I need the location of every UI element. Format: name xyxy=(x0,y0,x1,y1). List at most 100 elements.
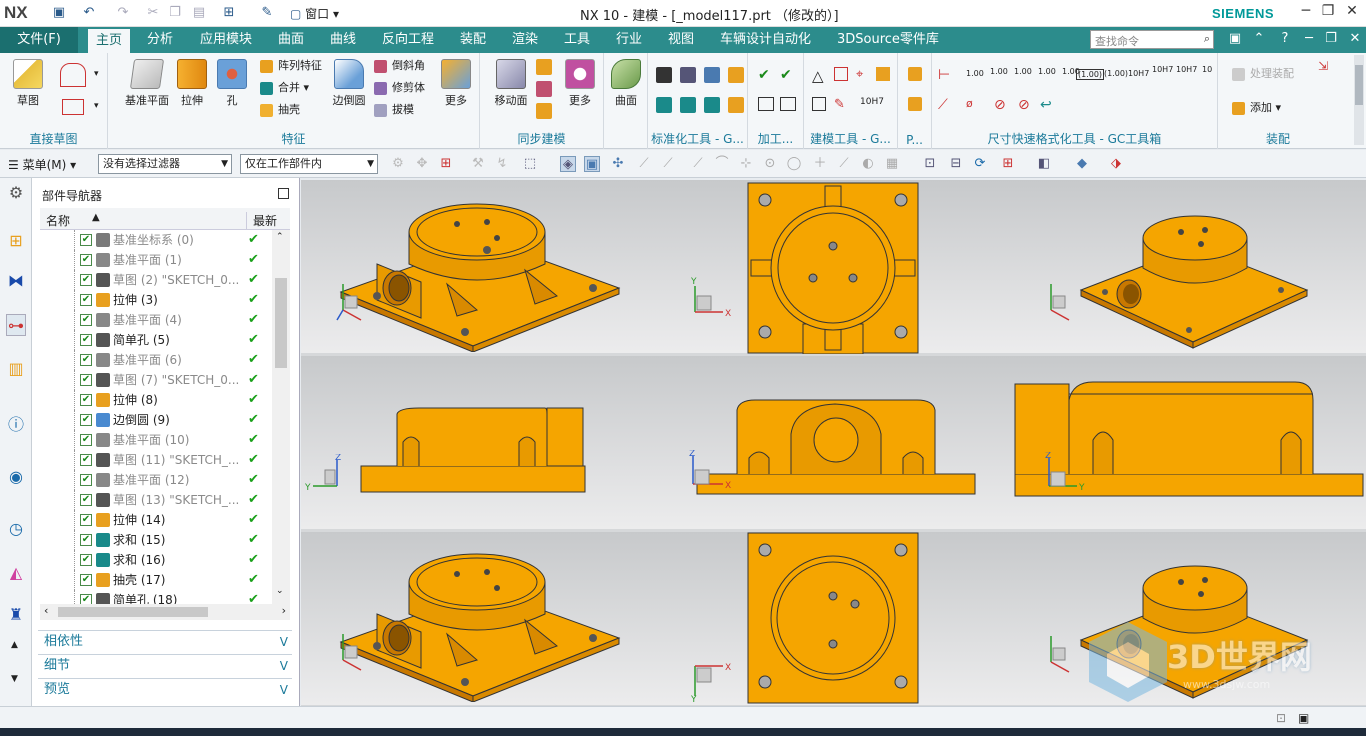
ribbon-scrollbar[interactable] xyxy=(1354,55,1364,145)
view-layout-icon[interactable]: ⊞ xyxy=(1000,156,1016,172)
tree-row[interactable]: ✔ 草图 (2) "SKETCH_0... ✔ xyxy=(40,270,272,290)
hole-button[interactable]: 孔 xyxy=(210,57,254,108)
std-tool-icon-3[interactable] xyxy=(704,67,720,83)
dim-tool-icon-4[interactable]: ⊘ xyxy=(994,97,1006,113)
paste-icon[interactable]: ▤ xyxy=(190,4,208,22)
bottom-view[interactable] xyxy=(747,532,919,704)
std-tool-icon-4[interactable] xyxy=(728,67,744,83)
tab-view[interactable]: 视图 xyxy=(660,27,702,53)
minimize-icon[interactable]: ─ xyxy=(1296,3,1316,19)
assembly-tool-icon[interactable]: ⇲ xyxy=(1318,59,1328,73)
extrude-button[interactable]: 拉伸 xyxy=(170,57,214,108)
work-layer-icon[interactable]: ⬗ xyxy=(1108,156,1124,172)
tab-curve[interactable]: 曲线 xyxy=(322,27,364,53)
close-icon[interactable]: ✕ xyxy=(1342,3,1362,19)
settings-icon[interactable]: ⚙ xyxy=(6,182,26,204)
tree-row[interactable]: ✔ 基准平面 (1) ✔ xyxy=(40,250,272,270)
help-icon[interactable]: ? xyxy=(1276,31,1294,46)
snap-center-icon[interactable]: ⊙ xyxy=(762,156,778,172)
snap-arc-icon[interactable]: ⌒ xyxy=(714,156,730,172)
expand-details-icon[interactable]: V xyxy=(280,655,288,677)
visibility-checkbox[interactable]: ✔ xyxy=(80,254,92,266)
sync-tool-icon-3[interactable] xyxy=(536,103,552,119)
std-tool-icon-5[interactable] xyxy=(656,97,672,113)
tab-assembly[interactable]: 装配 xyxy=(452,27,494,53)
isometric-view-bottom-left[interactable] xyxy=(337,550,627,702)
sketch-button[interactable]: 草图 xyxy=(6,57,50,108)
move-face-button[interactable]: 移动面 xyxy=(486,57,536,108)
snap-line-icon-3[interactable]: ⟋ xyxy=(690,156,706,172)
edge-blend-button[interactable]: 边倒圆 xyxy=(326,57,372,108)
profile-icon[interactable] xyxy=(60,63,86,87)
snap-curve-icon[interactable]: ⟋ xyxy=(836,156,852,172)
sync-tool-icon-1[interactable] xyxy=(536,59,552,75)
std-tool-icon-7[interactable] xyxy=(704,97,720,113)
column-latest[interactable]: 最新 xyxy=(246,212,277,229)
status-window-icon[interactable]: ▣ xyxy=(1298,711,1309,725)
visibility-checkbox[interactable]: ✔ xyxy=(80,514,92,526)
navigator-horizontal-scrollbar[interactable]: ‹ › xyxy=(40,604,290,620)
visibility-checkbox[interactable]: ✔ xyxy=(80,434,92,446)
type-filter-dropdown[interactable]: 没有选择过滤器 ▼ xyxy=(98,154,232,174)
selection-scope-dropdown[interactable]: 仅在工作部件内 ▼ xyxy=(240,154,378,174)
visibility-checkbox[interactable]: ✔ xyxy=(80,294,92,306)
tab-surface[interactable]: 曲面 xyxy=(270,27,312,53)
search-icon[interactable]: ⌕ xyxy=(1204,32,1210,46)
snap-icon-4[interactable]: ↯ xyxy=(494,156,510,172)
tree-row[interactable]: ✔ 求和 (16) ✔ xyxy=(40,550,272,570)
web-browser-icon[interactable]: ◉ xyxy=(6,466,26,488)
std-tool-icon-1[interactable] xyxy=(656,67,672,83)
resource-bar-up-icon[interactable]: ▲ xyxy=(11,640,18,650)
snap-intersect-icon[interactable]: ⊹ xyxy=(738,156,754,172)
trim-body-button[interactable]: 修剪体 xyxy=(374,79,425,97)
machining-icon-3[interactable] xyxy=(758,97,774,111)
scroll-right-icon[interactable]: › xyxy=(282,604,286,617)
dependencies-panel[interactable]: 相依性 V xyxy=(38,630,292,652)
snap-icon-1[interactable]: ⚙ xyxy=(390,156,406,172)
p-tool-icon-2[interactable] xyxy=(908,97,922,111)
scroll-up-icon[interactable]: ⌃ xyxy=(276,232,284,242)
dim-value-3[interactable]: 1.00 xyxy=(1014,67,1032,76)
dim-tool-icon-5[interactable]: ⊘ xyxy=(1018,97,1030,113)
assembly-navigator-icon[interactable]: ⊞ xyxy=(6,230,26,252)
isometric-view-top-right[interactable] xyxy=(1077,210,1311,350)
left-view[interactable] xyxy=(359,406,587,494)
tree-row[interactable]: ✔ 基准平面 (10) ✔ xyxy=(40,430,272,450)
visibility-checkbox[interactable]: ✔ xyxy=(80,574,92,586)
unite-button[interactable]: 合并 ▾ xyxy=(260,79,309,97)
menu-button[interactable]: ☰ 菜单(M) ▾ xyxy=(8,156,76,173)
repeat-command-icon[interactable]: ✎ xyxy=(258,4,276,22)
feature-more-button[interactable]: 更多 xyxy=(434,57,478,108)
sync-more-button[interactable]: 更多 xyxy=(558,57,602,108)
snap-face-icon[interactable]: ◐ xyxy=(860,156,876,172)
chamfer-button[interactable]: 倒斜角 xyxy=(374,57,425,75)
process-assembly-button[interactable]: 处理装配 xyxy=(1232,65,1294,83)
add-component-button[interactable]: 添加 ▾ xyxy=(1232,99,1281,117)
doc-minimize-icon[interactable]: ─ xyxy=(1300,31,1318,46)
visibility-checkbox[interactable]: ✔ xyxy=(80,454,92,466)
status-fullscreen-icon[interactable]: ⊡ xyxy=(1276,711,1286,725)
expand-preview-icon[interactable]: V xyxy=(280,679,288,701)
visibility-checkbox[interactable]: ✔ xyxy=(80,314,92,326)
window-menu[interactable]: ▢ 窗口 ▾ xyxy=(290,5,339,22)
tree-row[interactable]: ✔ 草图 (11) "SKETCH_... ✔ xyxy=(40,450,272,470)
dim-value-2[interactable]: 1.00 xyxy=(990,67,1008,76)
visibility-checkbox[interactable]: ✔ xyxy=(80,494,92,506)
surface-button[interactable]: 曲面 xyxy=(604,57,648,108)
tree-row[interactable]: ✔ 简单孔 (5) ✔ xyxy=(40,330,272,350)
build-tool-icon-3[interactable]: ⌖ xyxy=(856,67,863,82)
snap-quadrant-icon[interactable]: ◯ xyxy=(786,156,802,172)
dim-tool-icon-1[interactable]: ⊢ xyxy=(938,67,950,83)
tree-row[interactable]: ✔ 拉伸 (8) ✔ xyxy=(40,390,272,410)
visibility-checkbox[interactable]: ✔ xyxy=(80,554,92,566)
visibility-checkbox[interactable]: ✔ xyxy=(80,234,92,246)
visibility-checkbox[interactable]: ✔ xyxy=(80,414,92,426)
visibility-checkbox[interactable]: ✔ xyxy=(80,474,92,486)
pattern-feature-button[interactable]: 阵列特征 xyxy=(260,57,322,75)
copy-icon[interactable]: ❐ xyxy=(166,4,184,22)
select-feature-icon[interactable]: ⊞ xyxy=(438,156,454,172)
tree-row[interactable]: ✔ 拉伸 (3) ✔ xyxy=(40,290,272,310)
details-panel[interactable]: 细节 V xyxy=(38,654,292,676)
tab-3dsource[interactable]: 3DSource零件库 xyxy=(829,27,947,53)
rectangle-icon[interactable] xyxy=(62,99,84,115)
